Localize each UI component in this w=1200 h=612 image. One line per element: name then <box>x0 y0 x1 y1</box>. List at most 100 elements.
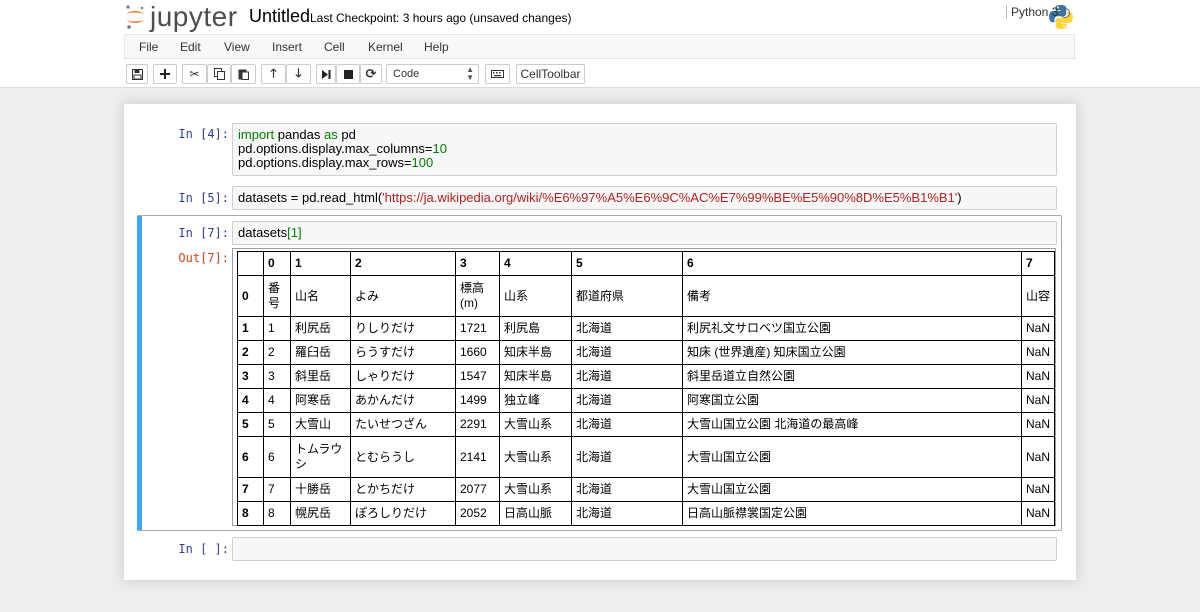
menu-file[interactable]: File <box>139 40 158 54</box>
table-cell: とかちだけ <box>350 477 456 502</box>
cell-1-prompt: In [4]: <box>178 127 229 141</box>
table-cell: 利尻礼文サロベツ国立公園 <box>682 316 1022 341</box>
menu-help[interactable]: Help <box>424 40 449 54</box>
cell-type-select[interactable]: Code ▲ ▼ <box>386 64 479 84</box>
command-palette-button[interactable] <box>485 64 510 84</box>
table-cell: ぽろしりだけ <box>350 501 456 526</box>
cell-3-input[interactable]: datasets[1] <box>232 221 1057 245</box>
table-cell: 北海道 <box>571 501 683 526</box>
table-row: 1 1 利尻岳 りしりだけ 1721 利尻島 北海道 利尻礼文サロベツ国立公園 … <box>237 316 1056 341</box>
table-cell: 斜里岳道立自然公園 <box>682 364 1022 389</box>
table-cell: 幌尻岳 <box>290 501 351 526</box>
table-cell: NaN <box>1020 340 1056 365</box>
table-cell: 十勝岳 <box>290 477 351 502</box>
table-cell: 2 <box>263 340 291 365</box>
table-cell: 2141 <box>455 436 500 478</box>
table-cell: 斜里岳 <box>290 364 351 389</box>
cell-2-input[interactable]: datasets = pd.read_html('https://ja.wiki… <box>232 186 1057 210</box>
table-row: 7 7 十勝岳 とかちだけ 2077 大雪山系 北海道 大雪山国立公園 NaN <box>237 477 1056 502</box>
cut-icon: ✂ <box>189 67 200 81</box>
table-cell: トムラウシ <box>290 436 351 478</box>
table-cell: 大雪山国立公園 <box>682 436 1022 478</box>
jupyter-logo-icon <box>126 5 144 29</box>
table-cell: 山名 <box>290 275 351 317</box>
insert-cell-button[interactable] <box>153 64 177 84</box>
code-text: pd <box>337 127 356 142</box>
table-cell: 備考 <box>682 275 1022 317</box>
table-cell: NaN <box>1020 501 1056 526</box>
stop-icon <box>343 69 353 79</box>
menubar: File Edit View Insert Cell Kernel Help <box>124 34 1075 59</box>
dataframe-table: 0 1 2 3 4 5 6 7 0 番号 山名 よみ 標高(m) 山系 都道府県… <box>237 251 1056 526</box>
table-cell: 独立峰 <box>499 388 572 413</box>
cell-4-input[interactable] <box>232 537 1057 561</box>
keyboard-icon <box>491 70 504 78</box>
cut-button[interactable]: ✂ <box>182 64 207 84</box>
table-cell: NaN <box>1020 316 1056 341</box>
notebook-container: In [4]: import pandas as pd pd.options.d… <box>124 104 1076 580</box>
move-up-button[interactable]: 🡑 <box>261 64 286 84</box>
table-cell: 3 <box>263 364 291 389</box>
restart-button[interactable]: ⟳ <box>360 64 382 84</box>
table-cell: NaN <box>1020 412 1056 437</box>
table-cell: NaN <box>1020 364 1056 389</box>
code-text: pandas <box>274 127 324 142</box>
column-header: 2 <box>350 251 456 276</box>
table-row: 6 6 トムラウシ とむらうし 2141 大雪山系 北海道 大雪山国立公園 Na… <box>237 436 1056 478</box>
table-cell: 日高山脈 <box>499 501 572 526</box>
menu-kernel[interactable]: Kernel <box>368 40 403 54</box>
cell-3-output-prompt: Out[7]: <box>178 251 229 265</box>
row-index: 6 <box>237 436 264 478</box>
cell-2-prompt: In [5]: <box>178 191 229 205</box>
notebook-name[interactable]: Untitled <box>249 6 310 27</box>
logo-text: jupyter <box>150 1 238 32</box>
copy-icon <box>213 68 225 80</box>
table-cell: しゃりだけ <box>350 364 456 389</box>
table-cell: 利尻島 <box>499 316 572 341</box>
menu-insert[interactable]: Insert <box>272 40 302 54</box>
table-cell: たいせつざん <box>350 412 456 437</box>
cell-text: トムラウシ <box>295 442 343 471</box>
code-number: 100 <box>411 155 434 170</box>
column-header: 4 <box>499 251 572 276</box>
table-cell: 8 <box>263 501 291 526</box>
row-index: 3 <box>237 364 264 389</box>
code-text: datasets <box>238 225 288 240</box>
cell-1-input[interactable]: import pandas as pd pd.options.display.m… <box>232 123 1057 176</box>
table-cell: あかんだけ <box>350 388 456 413</box>
paste-icon <box>238 69 249 80</box>
table-cell: とむらうし <box>350 436 456 478</box>
run-button[interactable] <box>316 64 336 84</box>
table-cell: NaN <box>1020 436 1056 478</box>
table-cell: 山系 <box>499 275 572 317</box>
column-header: 0 <box>263 251 291 276</box>
cell-3-prompt: In [7]: <box>178 226 229 240</box>
step-forward-icon <box>321 69 330 79</box>
table-cell: 山容 <box>1020 275 1056 317</box>
menu-view[interactable]: View <box>224 40 250 54</box>
code-number: 10 <box>432 141 447 156</box>
table-cell: 番号 <box>263 275 291 317</box>
kernel-name: Python 3 <box>1006 5 1058 19</box>
jupyter-logo[interactable]: jupyter <box>124 2 238 32</box>
table-row: 8 8 幌尻岳 ぽろしりだけ 2052 日高山脈 北海道 日高山脈襟裳国定公園 … <box>237 501 1056 526</box>
table-cell: 北海道 <box>571 316 683 341</box>
arrow-down-icon: 🡓 <box>295 65 302 80</box>
table-cell: りしりだけ <box>350 316 456 341</box>
interrupt-button[interactable] <box>336 64 360 84</box>
copy-button[interactable] <box>207 64 231 84</box>
paste-button[interactable] <box>231 64 256 84</box>
table-cell: 1721 <box>455 316 500 341</box>
table-cell: 北海道 <box>571 364 683 389</box>
move-down-button[interactable]: 🡓 <box>286 64 311 84</box>
table-row: 3 3 斜里岳 しゃりだけ 1547 知床半島 北海道 斜里岳道立自然公園 Na… <box>237 364 1056 389</box>
column-header: 3 <box>455 251 500 276</box>
menu-cell[interactable]: Cell <box>324 40 345 54</box>
save-button[interactable] <box>126 64 148 84</box>
table-cell: 北海道 <box>571 477 683 502</box>
celltoolbar-button[interactable]: CellToolbar <box>516 64 585 84</box>
table-cell: 1 <box>263 316 291 341</box>
menu-edit[interactable]: Edit <box>180 40 201 54</box>
table-cell: 北海道 <box>571 412 683 437</box>
keyword: as <box>324 127 338 142</box>
